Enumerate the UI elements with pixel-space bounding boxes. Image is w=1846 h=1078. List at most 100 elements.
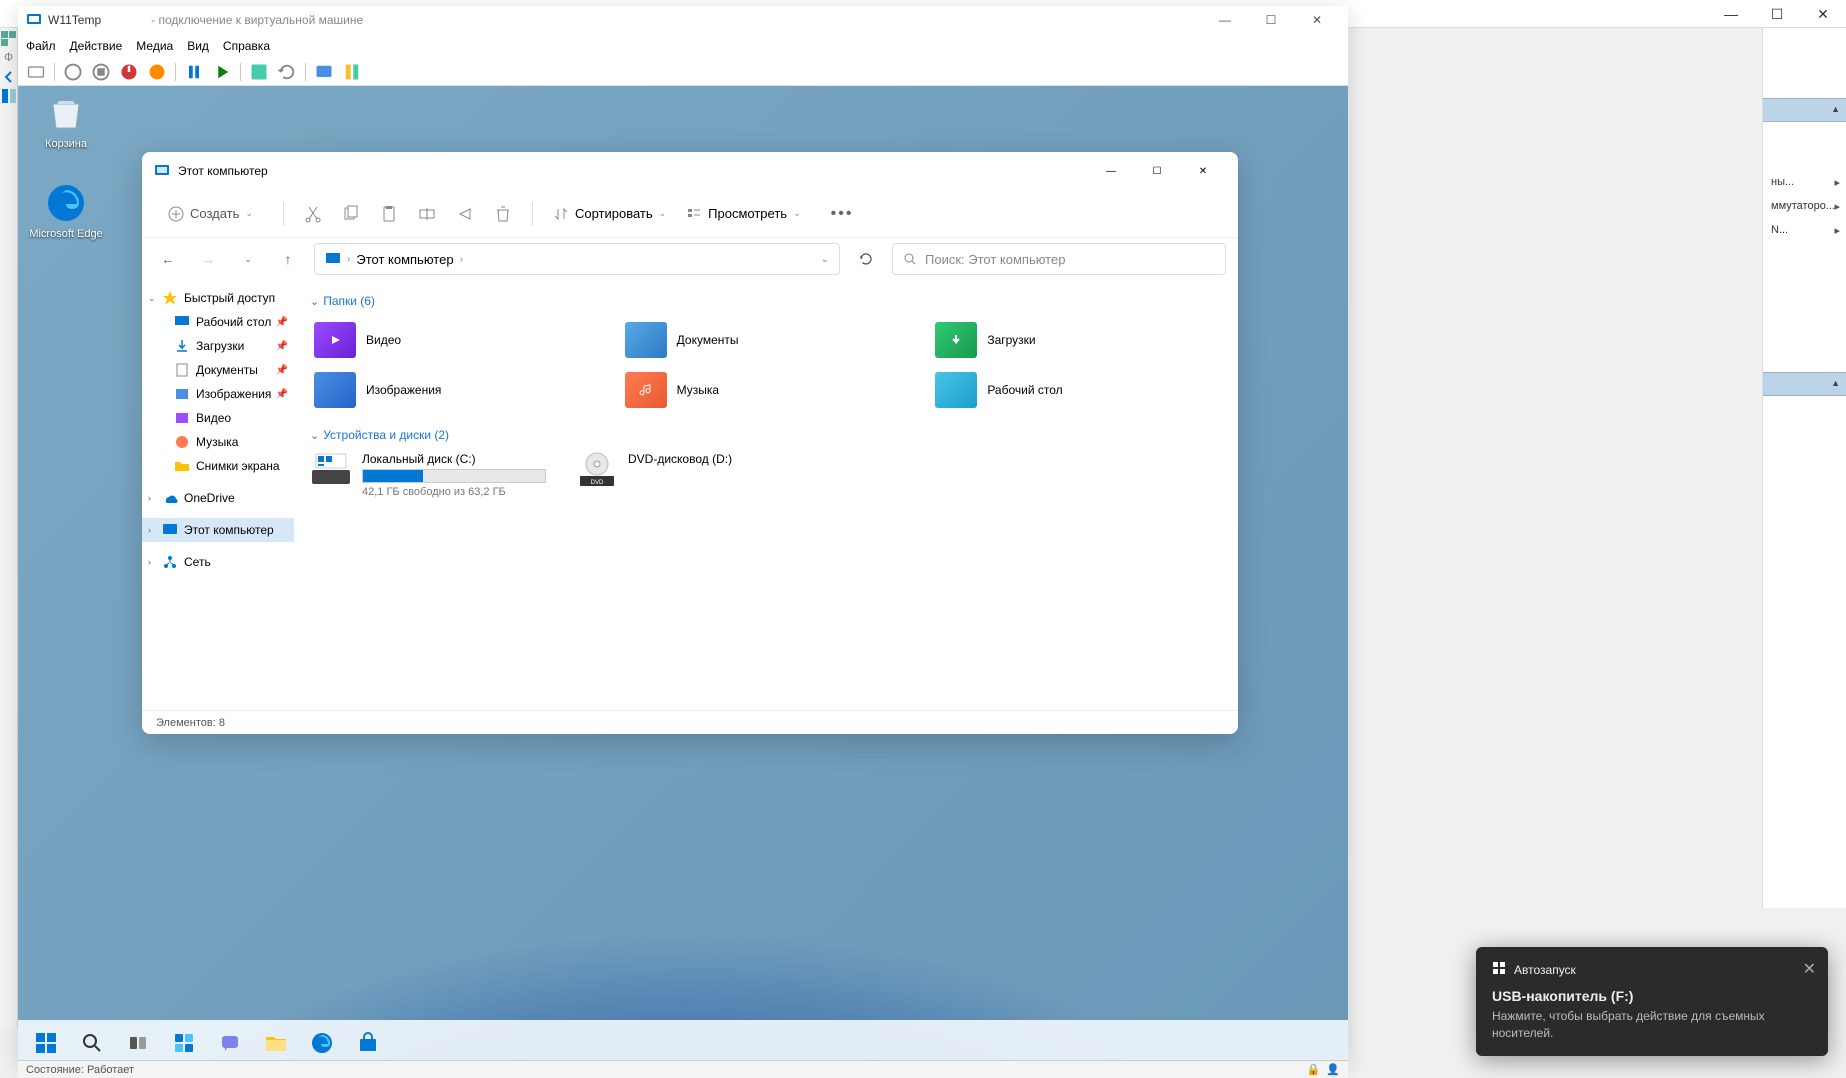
- host-left-edge: Ф: [0, 28, 18, 1028]
- edge-taskbar-button[interactable]: [302, 1023, 342, 1063]
- sort-button[interactable]: Сортировать ⌄: [553, 206, 666, 222]
- chat-button[interactable]: [210, 1023, 250, 1063]
- rename-icon[interactable]: [418, 205, 436, 223]
- new-button[interactable]: Создать ⌄: [158, 200, 263, 228]
- folder-videos[interactable]: Видео: [310, 318, 601, 362]
- explorer-titlebar[interactable]: Этот компьютер — ☐ ✕: [142, 152, 1238, 190]
- share-button[interactable]: [342, 62, 362, 82]
- sidebar-item-music[interactable]: Музыка: [142, 430, 294, 454]
- ctrl-alt-del-button[interactable]: [26, 62, 46, 82]
- folder-documents[interactable]: Документы: [621, 318, 912, 362]
- folder-music[interactable]: Музыка: [621, 368, 912, 412]
- left-edge-back-icon[interactable]: [1, 69, 17, 85]
- videos-icon: [174, 410, 190, 426]
- drives-group-header[interactable]: Устройства и диски (2): [310, 428, 1222, 442]
- desktop-icon-edge[interactable]: Microsoft Edge: [28, 182, 104, 240]
- desktop-icon-recycle-bin[interactable]: Корзина: [28, 92, 104, 150]
- revert-button[interactable]: [277, 62, 297, 82]
- menu-file[interactable]: Файл: [26, 39, 56, 53]
- left-edge-icon-1[interactable]: [1, 31, 17, 47]
- sidebar-this-pc[interactable]: › Этот компьютер: [142, 518, 294, 542]
- hyperv-titlebar: W11Temp - подключение к виртуальной маши…: [18, 6, 1348, 34]
- folder-desktop[interactable]: Рабочий стол: [931, 368, 1222, 412]
- reset-button[interactable]: [212, 62, 232, 82]
- sort-icon: [553, 206, 569, 222]
- right-panel-item-1[interactable]: ны...: [1763, 170, 1846, 194]
- host-maximize-button[interactable]: ☐: [1754, 0, 1800, 28]
- task-view-button[interactable]: [118, 1023, 158, 1063]
- vm-desktop[interactable]: Корзина Microsoft Edge Этот компьютер —: [18, 86, 1348, 1066]
- checkpoint-button[interactable]: [249, 62, 269, 82]
- hyperv-maximize-button[interactable]: ☐: [1248, 6, 1294, 34]
- folder-pictures[interactable]: Изображения: [310, 368, 601, 412]
- breadcrumb-segment[interactable]: Этот компьютер: [356, 252, 453, 267]
- sidebar-item-documents[interactable]: Документы📌: [142, 358, 294, 382]
- start-button[interactable]: [26, 1023, 66, 1063]
- left-edge-icon-2[interactable]: Ф: [1, 50, 17, 66]
- host-status-bar: Состояние: Работает 🔒 👤: [18, 1060, 1348, 1078]
- wallpaper-curve: [18, 706, 1348, 1066]
- right-panel-band-2[interactable]: [1763, 372, 1846, 396]
- more-button[interactable]: •••: [831, 205, 854, 223]
- copy-icon[interactable]: [342, 205, 360, 223]
- back-button[interactable]: ←: [154, 245, 182, 273]
- sidebar-item-videos[interactable]: Видео: [142, 406, 294, 430]
- folder-downloads[interactable]: Загрузки: [931, 318, 1222, 362]
- search-field[interactable]: Поиск: Этот компьютер: [892, 243, 1226, 275]
- autoplay-toast[interactable]: Автозапуск ✕ USB-накопитель (F:) Нажмите…: [1476, 947, 1828, 1056]
- hyperv-minimize-button[interactable]: —: [1202, 6, 1248, 34]
- recent-button[interactable]: ⌄: [234, 245, 262, 273]
- explorer-main[interactable]: Папки (6) Видео Документы Загрузки Изобр…: [294, 280, 1238, 710]
- explorer-close-button[interactable]: ✕: [1180, 155, 1226, 187]
- stop-button[interactable]: [91, 62, 111, 82]
- documents-folder-icon: [625, 322, 667, 358]
- hyperv-close-button[interactable]: ✕: [1294, 6, 1340, 34]
- sidebar-item-desktop[interactable]: Рабочий стол📌: [142, 310, 294, 334]
- explorer-taskbar-button[interactable]: [256, 1023, 296, 1063]
- menu-media[interactable]: Медиа: [136, 39, 173, 53]
- right-panel-item-3[interactable]: N...: [1763, 218, 1846, 242]
- pictures-folder-icon: [314, 372, 356, 408]
- pause-button[interactable]: [184, 62, 204, 82]
- sidebar-item-downloads[interactable]: Загрузки📌: [142, 334, 294, 358]
- drive-dvd[interactable]: DVD DVD-дисковод (D:): [576, 452, 732, 498]
- widgets-button[interactable]: [164, 1023, 204, 1063]
- this-pc-icon: [162, 522, 178, 538]
- sidebar-network[interactable]: › Сеть: [142, 550, 294, 574]
- paste-icon[interactable]: [380, 205, 398, 223]
- enhanced-session-button[interactable]: [314, 62, 334, 82]
- cut-icon[interactable]: [304, 205, 322, 223]
- menu-help[interactable]: Справка: [223, 39, 270, 53]
- folders-group-header[interactable]: Папки (6): [310, 294, 1222, 308]
- share-icon[interactable]: [456, 205, 474, 223]
- shutdown-button[interactable]: [119, 62, 139, 82]
- host-minimize-button[interactable]: —: [1708, 0, 1754, 28]
- desktop-icon-label: Корзина: [28, 138, 104, 150]
- forward-button[interactable]: →: [194, 245, 222, 273]
- toast-close-button[interactable]: ✕: [1803, 959, 1816, 979]
- refresh-button[interactable]: [852, 245, 880, 273]
- host-close-button[interactable]: ✕: [1800, 0, 1846, 28]
- start-button[interactable]: [63, 62, 83, 82]
- search-button[interactable]: [72, 1023, 112, 1063]
- save-button[interactable]: [147, 62, 167, 82]
- delete-icon[interactable]: [494, 205, 512, 223]
- store-taskbar-button[interactable]: [348, 1023, 388, 1063]
- sidebar-quick-access[interactable]: ⌄ Быстрый доступ: [142, 286, 294, 310]
- sidebar-item-pictures[interactable]: Изображения📌: [142, 382, 294, 406]
- menu-action[interactable]: Действие: [70, 39, 123, 53]
- view-button[interactable]: Просмотреть ⌄: [686, 206, 800, 222]
- right-panel-band-1[interactable]: [1763, 98, 1846, 122]
- explorer-minimize-button[interactable]: —: [1088, 155, 1134, 187]
- music-icon: [174, 434, 190, 450]
- sidebar-item-screenshots[interactable]: Снимки экрана: [142, 454, 294, 478]
- menu-view[interactable]: Вид: [187, 39, 209, 53]
- up-button[interactable]: ↑: [274, 245, 302, 273]
- explorer-maximize-button[interactable]: ☐: [1134, 155, 1180, 187]
- drive-c[interactable]: Локальный диск (C:) 42,1 ГБ свободно из …: [310, 452, 546, 498]
- sidebar-onedrive[interactable]: › OneDrive: [142, 486, 294, 510]
- chevron-down-icon[interactable]: ⌄: [821, 254, 829, 265]
- left-edge-icon-3[interactable]: [1, 88, 17, 104]
- right-panel-item-2[interactable]: ммутаторо...: [1763, 194, 1846, 218]
- address-field[interactable]: › Этот компьютер › ⌄: [314, 243, 840, 275]
